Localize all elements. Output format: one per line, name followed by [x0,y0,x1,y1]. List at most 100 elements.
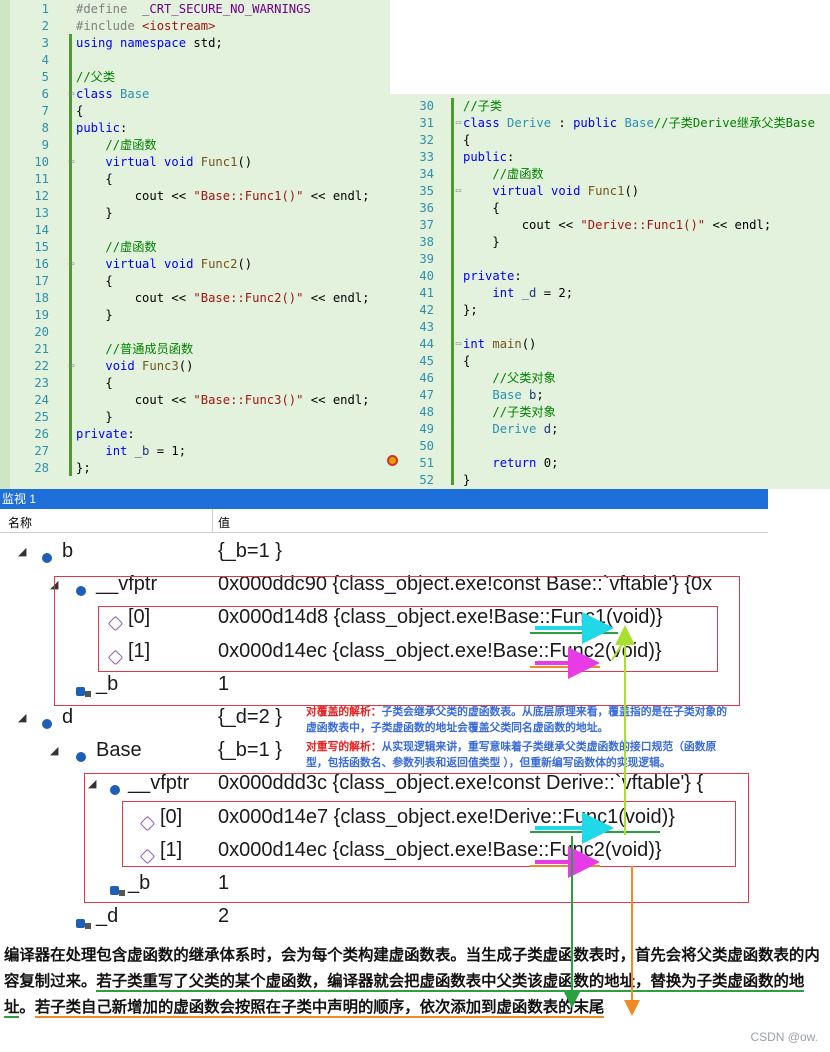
code-line[interactable]: 14 [0,222,390,239]
line-number: 35 [419,184,434,198]
code-line[interactable]: 1 #define _CRT_SECURE_NO_WARNINGS [0,1,390,18]
code-editor-right[interactable]: 30//子类 31 ▭ class Derive : public Base//子类D… [390,94,830,489]
column-header-value[interactable]: 值 [218,514,230,531]
code-line[interactable]: 52} [390,472,830,489]
fold-toggle-icon[interactable]: ▭ [67,158,76,167]
code-line[interactable]: 21 //普通成员函数 [0,341,390,358]
fold-toggle-icon[interactable]: ▭ [67,260,76,269]
code-line[interactable]: 6 ▭ class Base [0,86,390,103]
expand-triangle-icon[interactable]: ◢ [18,711,26,724]
fold-toggle-icon[interactable]: ▭ [454,187,463,196]
line-number: 7 [41,104,49,118]
code-line[interactable]: 34 //虚函数 [390,166,830,183]
line-number: 25 [34,410,49,424]
watch-row[interactable]: ◢ b {_b=1 } [0,537,768,570]
watch-row-name: d [62,706,74,728]
line-number: 33 [419,150,434,164]
code-line[interactable]: 48 //子类对象 [390,404,830,421]
watch-row[interactable]: _d 2 [0,902,768,935]
code-text: //子类对象 [492,405,556,419]
code-line[interactable]: 36 { [390,200,830,217]
line-number: 15 [34,240,49,254]
rewrite-annotation: 对重写的解析：从实现逻辑来讲，重写意味着子类继承父类虚函数的接口规范（函数原 型… [306,739,828,771]
code-text: }; [76,461,91,475]
code-line[interactable]: 25 } [0,409,390,426]
code-line[interactable]: 40 private: [390,268,830,285]
code-line[interactable]: 11 { [0,171,390,188]
code-text: int _b = 1; [105,444,187,458]
line-number: 2 [41,19,49,33]
code-line[interactable]: 10 ▭ virtual void Func1() [0,154,390,171]
override-line2: 虚函数表中，子类虚函数的地址会覆盖父类同名虚函数的地址。 [306,722,609,734]
code-line[interactable]: 15 //虚函数 [0,239,390,256]
watch-row-value[interactable]: {_b=1 } [218,739,282,762]
code-line[interactable]: 28}; [0,460,390,477]
line-number: 4 [41,53,49,67]
code-line[interactable]: 47 Base b; [390,387,830,404]
watch-window-title[interactable]: 监视 1 [0,489,768,509]
code-line[interactable]: 44 ▭ int main() [390,336,830,353]
code-line[interactable]: 20 [0,324,390,341]
fold-toggle-icon[interactable]: ▭ [67,90,76,99]
code-line[interactable]: 3 using namespace std; [0,35,390,52]
watch-row-value[interactable]: {_b=1 } [218,540,282,563]
code-line[interactable]: 32 { [390,132,830,149]
code-text: }; [463,303,478,317]
code-text: } [76,308,113,322]
code-line[interactable]: 19 } [0,307,390,324]
code-line[interactable]: 39 [390,251,830,268]
code-line[interactable]: 42}; [390,302,830,319]
code-text: //普通成员函数 [105,342,194,356]
watch-row-value[interactable]: {_d=2 } [218,706,282,729]
line-number: 49 [419,422,434,436]
code-text: return 0; [492,456,559,470]
line-number: 48 [419,405,434,419]
line-number: 18 [34,291,49,305]
code-line[interactable]: 5 //父类 [0,69,390,86]
line-number: 41 [419,286,434,300]
code-line[interactable]: 38 } [390,234,830,251]
code-line[interactable]: 7{ [0,103,390,120]
code-line[interactable]: 9 //虚函数 [0,137,390,154]
code-line[interactable]: 37 cout << "Derive::Func1()" << endl; [390,217,830,234]
code-line[interactable]: 27 int _b = 1; [0,443,390,460]
code-line[interactable]: 16 ▭ virtual void Func2() [0,256,390,273]
code-line[interactable]: 51 return 0; [390,455,830,472]
code-line[interactable]: 22 ▭ void Func3() [0,358,390,375]
code-line[interactable]: 50 [390,438,830,455]
code-line[interactable]: 30 //子类 [390,98,830,115]
code-line[interactable]: 46 //父类对象 [390,370,830,387]
override-line1: 子类会继承父类的虚函数表。从底层原理来看，覆盖指的是在子类对象的 [381,706,728,718]
code-line[interactable]: 31 ▭ class Derive : public Base//子类Derive继… [390,115,830,132]
fold-toggle-icon[interactable]: ▭ [454,119,463,128]
fold-toggle-icon[interactable]: ▭ [67,362,76,371]
line-number: 38 [419,235,434,249]
code-line[interactable]: 33 public: [390,149,830,166]
code-text: void Func3() [105,359,194,373]
code-line[interactable]: 24 cout << "Base::Func3()" << endl; [0,392,390,409]
expand-triangle-icon[interactable]: ◢ [50,744,58,757]
code-line[interactable]: 17 { [0,273,390,290]
code-line[interactable]: 49 Derive d; [390,421,830,438]
code-line[interactable]: 18 cout << "Base::Func2()" << endl; [0,290,390,307]
line-number: 40 [419,269,434,283]
explanation-part3: 。 [19,999,35,1016]
code-line[interactable]: 4 [0,52,390,69]
code-line[interactable]: 41 int _d = 2; [390,285,830,302]
breakpoint-icon[interactable] [387,455,398,466]
watch-row-value[interactable]: 2 [218,905,229,928]
code-line[interactable]: 45 { [390,353,830,370]
code-line[interactable]: 26 private: [0,426,390,443]
column-divider[interactable] [212,509,213,533]
expand-triangle-icon[interactable]: ◢ [18,545,26,558]
code-line[interactable]: 23 { [0,375,390,392]
code-line[interactable]: 8 public: [0,120,390,137]
code-line[interactable]: 2 #include <iostream> [0,18,390,35]
fold-toggle-icon[interactable]: ▭ [454,340,463,349]
code-line[interactable]: 12 cout << "Base::Func1()" << endl; [0,188,390,205]
code-line[interactable]: 13 } [0,205,390,222]
code-line[interactable]: 35 ▭ virtual void Func1() [390,183,830,200]
column-header-name[interactable]: 名称 [8,514,32,531]
code-editor-left[interactable]: 1 #define _CRT_SECURE_NO_WARNINGS 2 #includ… [0,0,390,489]
code-line[interactable]: 43 [390,319,830,336]
